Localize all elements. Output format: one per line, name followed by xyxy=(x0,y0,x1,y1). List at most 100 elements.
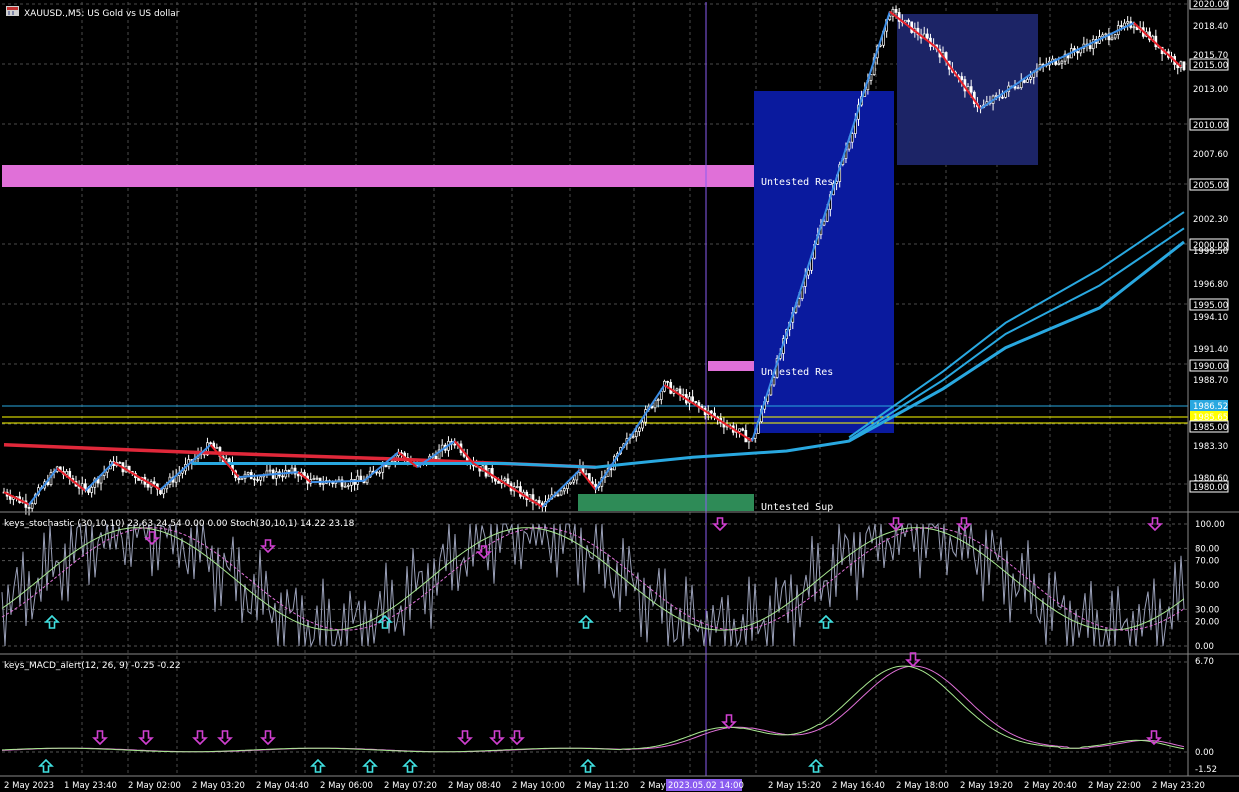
candle-body xyxy=(497,480,500,484)
candle-body xyxy=(1076,51,1079,54)
candle-body xyxy=(681,394,685,396)
zigzag-segment xyxy=(1039,22,1135,69)
ma-blue-line-3 xyxy=(848,211,1185,439)
candle-body xyxy=(90,486,93,493)
candle-body xyxy=(1104,33,1108,36)
price-label: 2007.60 xyxy=(1193,150,1228,160)
time-label: 2 May 04:40 xyxy=(256,781,309,791)
zigzag-segment xyxy=(1133,22,1182,68)
candle-body xyxy=(30,503,34,509)
time-label: 2 May 18:00 xyxy=(896,781,949,791)
arrow-down-icon xyxy=(509,730,525,746)
candle-body xyxy=(384,464,388,468)
stoch-level-label: 20.00 xyxy=(1195,618,1219,628)
time-label: 2 May 22:00 xyxy=(1088,781,1141,791)
arrow-down-icon xyxy=(217,730,233,746)
macd-label: keys_MACD_alert(12, 26, 9) -0.25 -0.22 xyxy=(4,661,181,671)
candle-body xyxy=(556,494,560,497)
stoch-level-label: 100.00 xyxy=(1195,520,1225,530)
candle-body xyxy=(1060,60,1064,64)
candle-body xyxy=(641,421,644,429)
time-label: 2 May 02:00 xyxy=(128,781,181,791)
arrow-down-icon xyxy=(138,730,154,746)
zigzag-segment xyxy=(209,444,240,478)
macd-axis: 6.70 0.00 -1.52 xyxy=(1195,657,1217,775)
candle-body xyxy=(65,471,68,475)
price-label: 1999.50 xyxy=(1193,247,1228,257)
candle-body xyxy=(1101,34,1104,37)
zigzag-segment xyxy=(113,461,162,491)
zigzag-segment xyxy=(56,467,87,492)
time-label: 2 May 11:20 xyxy=(576,781,629,791)
candle-body xyxy=(84,483,87,489)
candle-body xyxy=(343,485,347,488)
macd-signal-line xyxy=(1,665,1185,753)
arrow-up-icon xyxy=(362,758,378,773)
candle-body xyxy=(1001,96,1004,99)
time-label: 2 May 03:20 xyxy=(192,781,245,791)
candle-body xyxy=(1110,37,1114,41)
resistance-zone-lower xyxy=(708,361,754,371)
candle-body xyxy=(710,410,713,414)
time-label: 2 May 15:20 xyxy=(768,781,821,791)
candle-body xyxy=(569,481,572,485)
arrow-down-icon xyxy=(476,545,492,560)
arrow-up-icon xyxy=(580,758,596,773)
price-label: 1996.80 xyxy=(1193,280,1228,290)
candle-body xyxy=(1123,22,1126,27)
time-label: 1 May 23:40 xyxy=(64,781,117,791)
candle-body xyxy=(27,507,31,509)
time-label: 2 May 20:40 xyxy=(1024,781,1077,791)
candle-body xyxy=(506,478,510,484)
candle-body xyxy=(321,483,325,485)
candle-body xyxy=(772,377,776,386)
candle-body xyxy=(594,483,597,488)
candle-body xyxy=(656,399,660,401)
price-label: 1988.70 xyxy=(1193,376,1228,386)
price-chart[interactable]: Untested Res Untested Res Untested Sup X… xyxy=(0,0,1239,792)
arrow-down-icon xyxy=(905,652,921,668)
arrow-down-icon xyxy=(489,730,505,746)
price-label: 1985.00 xyxy=(1193,423,1228,433)
candle-body xyxy=(296,473,300,477)
candle-body xyxy=(209,442,212,445)
time-axis: 2 May 2023 1 May 23:40 2 May 02:00 2 May 03… xyxy=(4,779,1205,791)
price-label: 2020.00 xyxy=(1193,0,1228,10)
candle-body xyxy=(537,500,541,504)
macd-level-label: 6.70 xyxy=(1195,657,1214,667)
arrow-up-icon xyxy=(38,758,54,773)
price-label: 1983.30 xyxy=(1193,442,1228,452)
arrow-down-icon xyxy=(192,730,208,746)
ma-blue-line xyxy=(191,240,1185,469)
time-label: 2 May 2023 xyxy=(4,781,54,791)
candle-body xyxy=(246,472,250,475)
time-label: 2 May 07:20 xyxy=(384,781,437,791)
candle-body xyxy=(434,455,438,460)
candle-body xyxy=(1026,79,1029,83)
price-label: 2002.30 xyxy=(1193,215,1228,225)
candle-body xyxy=(346,485,350,487)
macd-main-line xyxy=(1,665,1185,753)
candle-body xyxy=(994,95,998,97)
candle-body xyxy=(694,400,698,403)
price-label: 1990.00 xyxy=(1193,362,1228,372)
time-label: 2 May 08:40 xyxy=(448,781,501,791)
candle-body xyxy=(453,443,457,446)
resistance-zone-upper xyxy=(2,165,754,187)
stochastic-axis: 100.00 80.00 70.00 50.00 30.00 20.00 0.00 xyxy=(1195,520,1225,652)
arrow-down-icon xyxy=(260,539,276,554)
zigzag-segment xyxy=(28,467,58,506)
macd-level-label: -1.52 xyxy=(1195,765,1217,775)
candle-body xyxy=(1029,76,1032,80)
price-label: 1991.40 xyxy=(1193,345,1228,355)
macd-level-label: 0.00 xyxy=(1195,748,1214,758)
ma-blue-line-2 xyxy=(848,227,1185,441)
time-label: 2 May 06:00 xyxy=(320,781,373,791)
stoch-level-label: 50.00 xyxy=(1195,581,1219,591)
zigzag-segment xyxy=(84,461,115,492)
candle-body xyxy=(290,467,294,473)
stoch-level-label: 80.00 xyxy=(1195,544,1219,554)
chart-menu-icon[interactable] xyxy=(6,6,19,16)
price-label: 1986.52 xyxy=(1193,402,1228,412)
candle-body xyxy=(259,476,263,481)
